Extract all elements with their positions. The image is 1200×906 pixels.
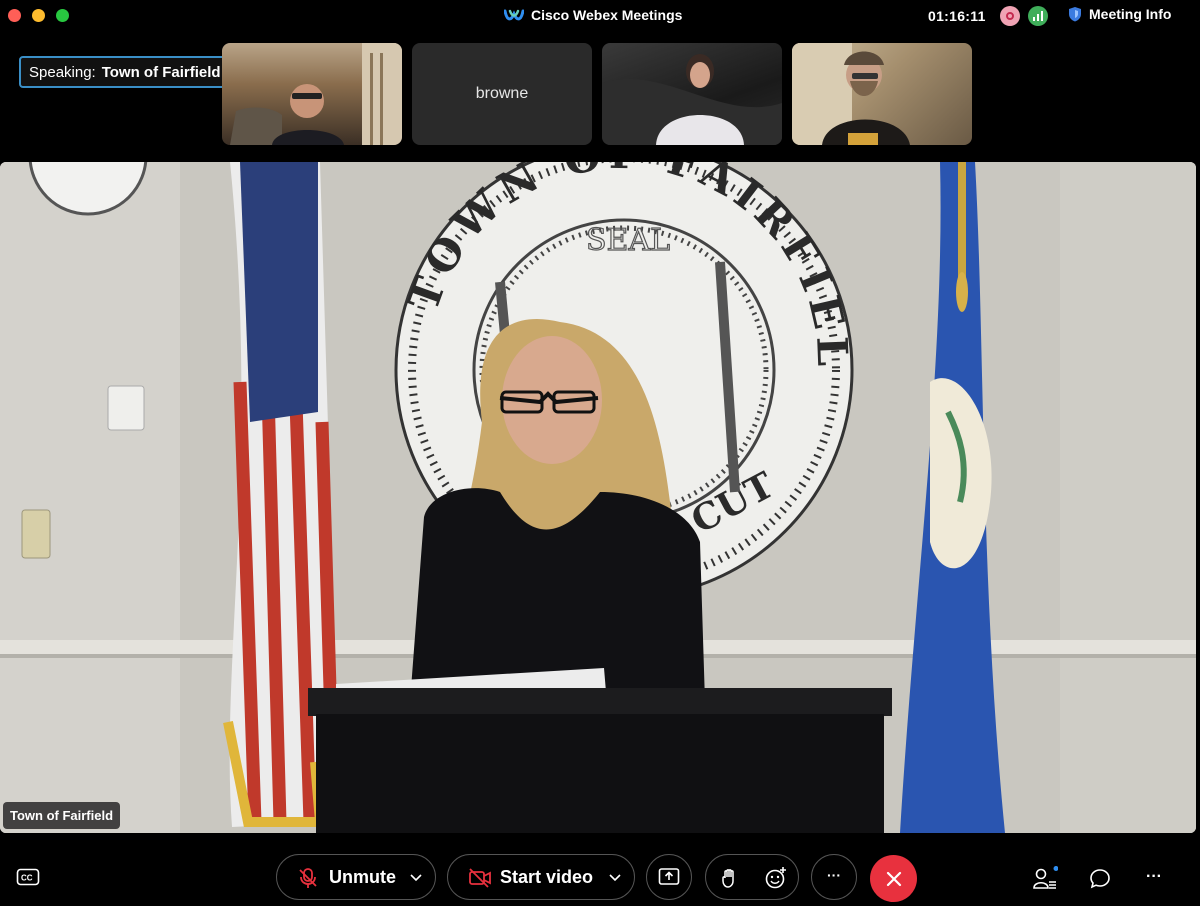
main-video-stage[interactable]: TOWN OF FAIRFIELD SEAL CUT <box>0 162 1196 833</box>
more-menu-icon: ··· <box>1146 868 1162 885</box>
participant-thumbnail-3[interactable] <box>602 43 782 145</box>
active-speaker-video: TOWN OF FAIRFIELD SEAL CUT <box>0 162 1196 833</box>
participant-thumbnail-4[interactable] <box>792 43 972 145</box>
chat-icon <box>1090 869 1110 889</box>
closed-captions-button[interactable]: CC <box>16 868 40 886</box>
start-video-button[interactable]: Start video <box>447 854 635 900</box>
active-speaker-name: Town of Fairfield <box>3 802 121 829</box>
app-title-text: Cisco Webex Meetings <box>531 7 683 23</box>
share-button[interactable] <box>646 854 692 900</box>
app-title: Cisco Webex Meetings <box>504 7 682 23</box>
speaking-prefix: Speaking: <box>29 63 96 81</box>
participant-name-label: browne <box>475 85 529 102</box>
more-options-button[interactable]: ··· <box>811 854 857 900</box>
closed-captions-icon: CC <box>16 868 40 886</box>
emoji-reaction-icon[interactable] <box>764 866 788 890</box>
participant-video-1 <box>230 43 402 145</box>
close-window-button[interactable] <box>8 9 21 22</box>
video-off-icon <box>469 868 491 888</box>
raise-hand-icon[interactable] <box>720 867 740 889</box>
participants-icon <box>1033 866 1058 889</box>
chevron-down-icon[interactable] <box>409 867 423 887</box>
more-options-icon: ··· <box>827 867 841 883</box>
end-meeting-button[interactable] <box>870 855 917 902</box>
unmute-button[interactable]: Unmute <box>276 854 436 900</box>
participant-thumbnail-2[interactable]: browne <box>412 43 592 145</box>
meeting-info-button[interactable]: Meeting Info <box>1068 6 1171 22</box>
webex-logo-icon <box>504 9 524 21</box>
title-bar: Cisco Webex Meetings 01:16:11 Meeting In… <box>0 0 1200 32</box>
network-stats-icon[interactable] <box>1028 6 1048 26</box>
minimize-window-button[interactable] <box>32 9 45 22</box>
start-video-label: Start video <box>500 867 594 887</box>
unmute-label: Unmute <box>329 867 396 887</box>
speaking-name: Town of Fairfield <box>101 63 221 81</box>
svg-text:CC: CC <box>21 874 33 883</box>
recording-icon[interactable] <box>1000 6 1020 26</box>
participant-video-3 <box>602 54 782 145</box>
shield-icon <box>1069 7 1081 22</box>
meeting-timer: 01:16:11 <box>928 8 986 24</box>
chevron-down-icon[interactable] <box>608 867 622 887</box>
chat-button[interactable] <box>1089 868 1111 890</box>
participant-thumbnail-1[interactable] <box>222 43 402 145</box>
meeting-info-label: Meeting Info <box>1089 6 1172 22</box>
reactions-group <box>705 854 799 900</box>
more-menu-button[interactable]: ··· <box>1146 868 1162 886</box>
close-icon <box>886 871 901 886</box>
meeting-controls-bar: CC Unmute Start video ··· ··· <box>0 846 1200 906</box>
zoom-window-button[interactable] <box>56 9 69 22</box>
muted-microphone-icon <box>299 868 317 888</box>
share-screen-icon <box>658 868 680 885</box>
seal-center-text: SEAL <box>586 223 670 258</box>
participants-button[interactable] <box>1032 866 1058 892</box>
participant-video-4 <box>792 43 910 145</box>
